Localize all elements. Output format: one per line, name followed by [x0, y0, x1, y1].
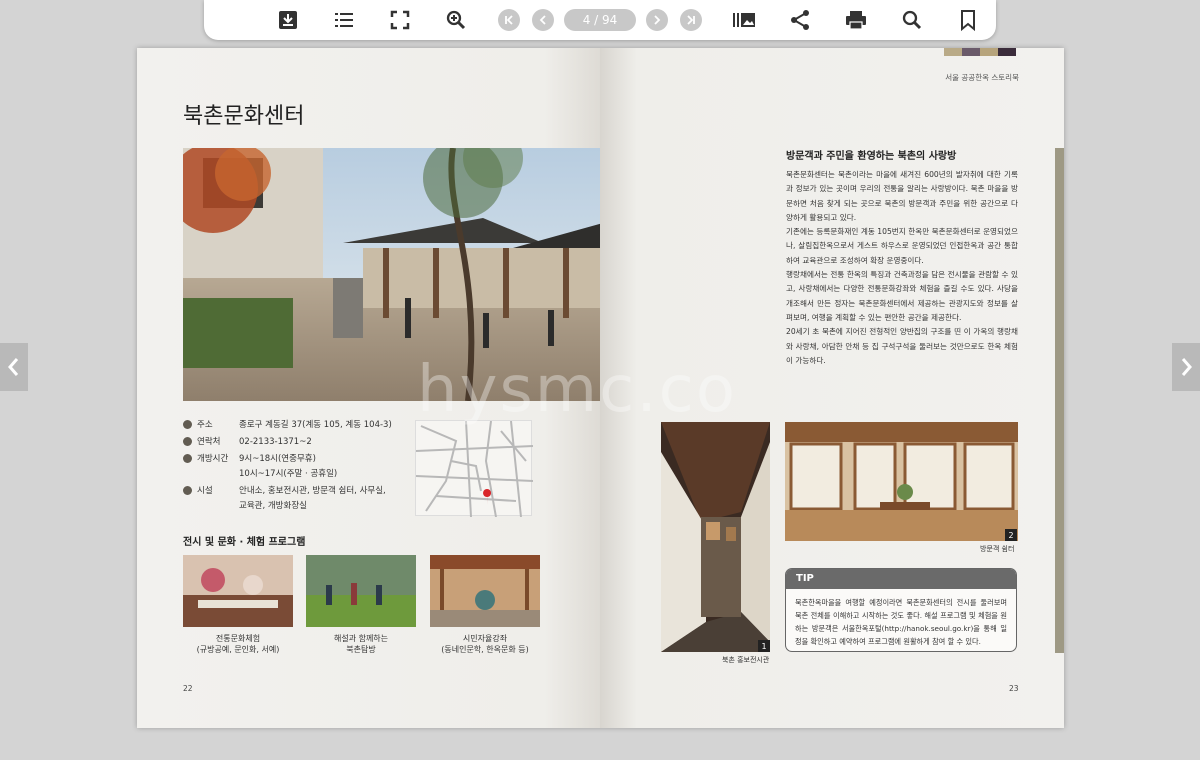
photo-number-badge: 2 [1005, 529, 1017, 541]
info-address: 주소 종로구 계동길 37(계동 105, 계동 104-3) [183, 419, 399, 431]
zoom-in-icon[interactable] [442, 6, 470, 34]
accent-strip [1055, 148, 1064, 653]
section-heading: 방문객과 주민을 환영하는 북촌의 사랑방 [786, 151, 957, 162]
visitor-lounge-photo [785, 422, 1018, 541]
color-swatch [944, 48, 962, 56]
chevron-right-icon [1181, 358, 1192, 376]
info-contact: 연락처 02-2133-1371~2 [183, 436, 399, 448]
programs-heading: 전시 및 문화 · 체험 프로그램 [183, 537, 306, 548]
first-page-icon[interactable] [498, 9, 520, 31]
page-indicator[interactable]: 4 / 94 [564, 9, 636, 31]
program-caption-2: 해설과 함께하는 북촌탐방 [333, 634, 389, 654]
info-hours: 개방시간 9시~18시(연중무휴) 10시~17시(주말 · 공휴일) [183, 453, 399, 480]
chevron-left-icon [8, 358, 19, 376]
program-caption-3: 시민자율강좌 (동네인문학, 한옥문화 등) [441, 634, 529, 654]
program-photo-2 [306, 555, 416, 627]
prev-page-icon[interactable] [532, 9, 554, 31]
share-icon[interactable] [786, 6, 814, 34]
viewer-toolbar: 4 / 94 [204, 0, 996, 40]
download-icon[interactable] [274, 6, 302, 34]
tip-text: 북촌한옥마을을 여행할 예정이라면 북촌문화센터의 전시를 둘러보며 북촌 전체… [795, 598, 1007, 646]
print-icon[interactable] [842, 6, 870, 34]
info-list: 주소 종로구 계동길 37(계동 105, 계동 104-3) 연락처 02-2… [183, 419, 399, 517]
left-page-number: 22 [183, 684, 193, 693]
location-icon [183, 420, 192, 429]
photo-caption-2: 방문객 쉼터 [980, 545, 1015, 553]
photo-number-badge: 1 [758, 640, 770, 652]
fullscreen-icon[interactable] [386, 6, 414, 34]
exhibition-hall-photo [661, 422, 770, 652]
next-page-icon[interactable] [646, 9, 668, 31]
map-pin-icon [483, 489, 492, 505]
page-title: 북촌문화센터 [183, 104, 305, 129]
color-swatch [980, 48, 998, 56]
info-facilities: 시설 안내소, 홍보전시관, 방문객 쉼터, 사무실, 교육관, 개방화장실 [183, 485, 399, 512]
facility-icon [183, 486, 192, 495]
right-page: 서울 공공한옥 스토리북 방문객과 주민을 환영하는 북촌의 사랑방 북촌문화센… [600, 48, 1064, 728]
location-map [415, 420, 534, 518]
thumbnails-icon[interactable] [730, 6, 758, 34]
bookmark-icon[interactable] [954, 6, 982, 34]
next-spread-button[interactable] [1172, 343, 1200, 391]
clock-icon [183, 454, 192, 463]
list-icon[interactable] [330, 6, 358, 34]
search-icon[interactable] [898, 6, 926, 34]
running-header: 서울 공공한옥 스토리북 [945, 73, 1019, 82]
phone-icon [183, 437, 192, 446]
prev-spread-button[interactable] [0, 343, 28, 391]
color-swatch [962, 48, 980, 56]
body-text: 북촌문화센터는 북촌이라는 마을에 새겨진 600년의 발자취에 대한 기록과 … [786, 170, 1018, 365]
program-photo-3 [430, 555, 540, 627]
tip-title: TIP [786, 569, 1016, 589]
left-page: 북촌문화센터 주소 종로구 계동길 37(계동 105, 계동 104-3) 연… [137, 48, 769, 728]
right-page-number: 23 [1009, 684, 1019, 693]
tip-box: TIP 북촌한옥마을을 여행할 예정이라면 북촌문화센터의 전시를 둘러보며 북… [785, 568, 1017, 652]
last-page-icon[interactable] [680, 9, 702, 31]
program-caption-1: 전통문화체험 (규방공예, 문인화, 서예) [196, 634, 280, 654]
book-spread: 북촌문화센터 주소 종로구 계동길 37(계동 105, 계동 104-3) 연… [137, 48, 1064, 728]
photo-caption-1: 북촌 홍보전시관 [722, 656, 770, 664]
program-photo-1 [183, 555, 293, 627]
color-swatch [998, 48, 1016, 56]
